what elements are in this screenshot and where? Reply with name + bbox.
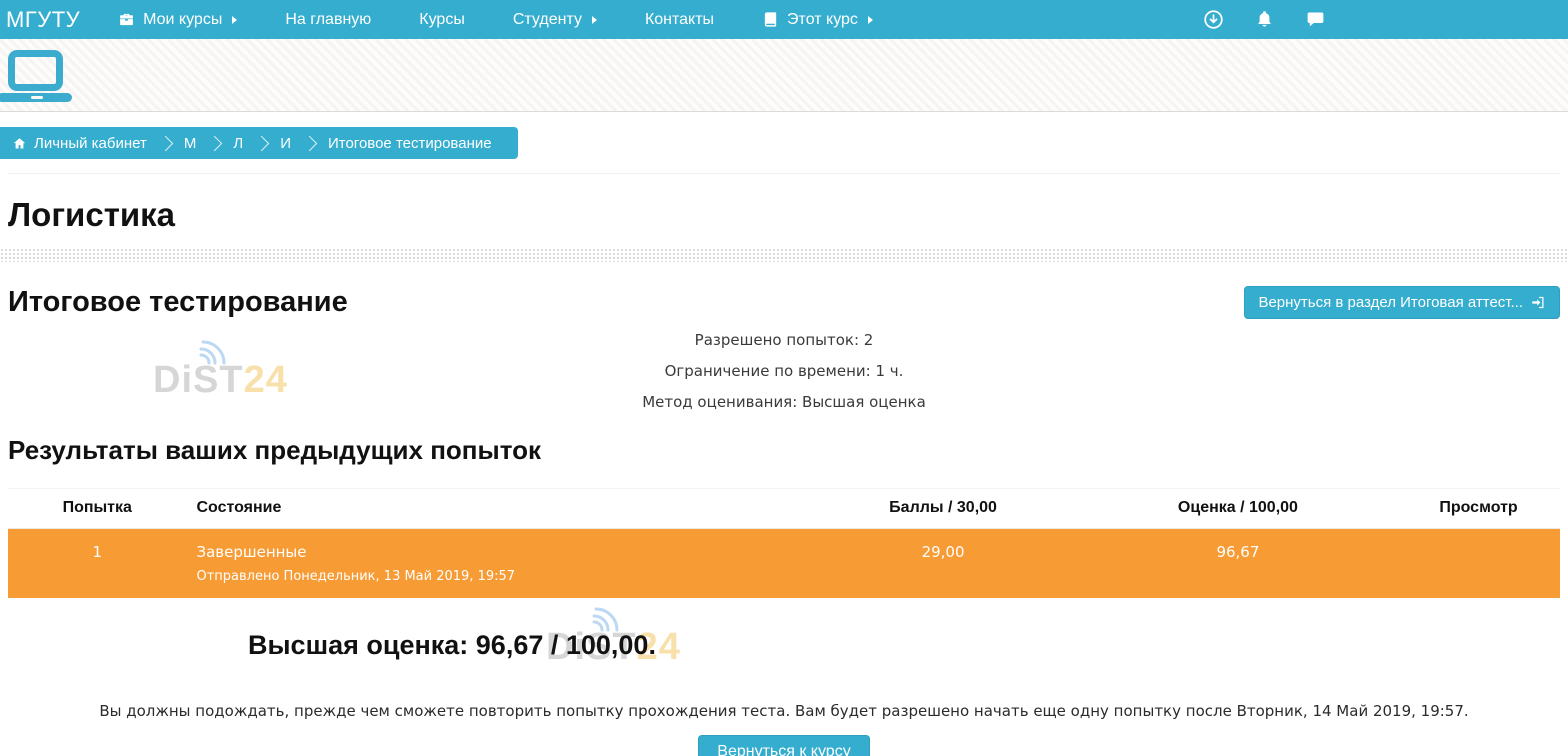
briefcase-icon bbox=[118, 11, 135, 28]
chevron-right-icon bbox=[158, 135, 174, 151]
back-button-label: Вернуться в раздел Итоговая аттест... bbox=[1258, 294, 1523, 311]
top-navbar: МГУТУ Мои курсы На главную Курсы Студент… bbox=[0, 0, 1568, 39]
nav-item-label: Курсы bbox=[419, 11, 465, 29]
quiz-info-time-limit: Ограничение по времени: 1 ч. bbox=[8, 362, 1560, 380]
cell-attempt-number: 1 bbox=[8, 529, 186, 599]
attempts-table: Попытка Состояние Баллы / 30,00 Оценка /… bbox=[8, 488, 1560, 598]
nav-item-label: Мои курсы bbox=[143, 11, 222, 29]
col-header-state: Состояние bbox=[186, 489, 807, 529]
nav-item-student[interactable]: Студенту bbox=[489, 0, 621, 39]
quiz-info-grading-method: Метод оценивания: Высшая оценка bbox=[8, 393, 1560, 411]
caret-right-icon bbox=[232, 16, 237, 24]
nav-item-this-course[interactable]: Этот курс bbox=[738, 0, 897, 39]
page-title: Логистика bbox=[8, 196, 1560, 234]
nav-item-label: На главную bbox=[285, 11, 371, 29]
bell-icon[interactable] bbox=[1254, 9, 1275, 30]
content-divider bbox=[8, 173, 1560, 174]
cell-grade: 96,67 bbox=[1079, 529, 1397, 599]
col-header-grade: Оценка / 100,00 bbox=[1079, 489, 1397, 529]
return-button-label: Вернуться к курсу bbox=[717, 743, 850, 756]
breadcrumb: Личный кабинет М Л И Итоговое тестирован… bbox=[0, 127, 518, 159]
nav-item-home[interactable]: На главную bbox=[261, 0, 395, 39]
book-icon bbox=[762, 11, 779, 28]
quiz-info-attempts-allowed: Разрешено попыток: 2 bbox=[8, 331, 1560, 349]
header-band bbox=[0, 39, 1568, 112]
col-header-review: Просмотр bbox=[1397, 489, 1560, 529]
state-submitted-timestamp: Отправлено Понедельник, 13 Май 2019, 19:… bbox=[196, 569, 797, 584]
back-to-section-button[interactable]: Вернуться в раздел Итоговая аттест... bbox=[1244, 286, 1560, 319]
col-header-attempt: Попытка bbox=[8, 489, 186, 529]
nav-item-label: Этот курс bbox=[787, 11, 858, 29]
nav-item-label: Студенту bbox=[513, 11, 582, 29]
caret-right-icon bbox=[592, 16, 597, 24]
table-header-row: Попытка Состояние Баллы / 30,00 Оценка /… bbox=[8, 489, 1560, 529]
download-circle-icon[interactable] bbox=[1203, 9, 1224, 30]
breadcrumb-link-l[interactable]: Л bbox=[233, 135, 243, 152]
sign-in-icon bbox=[1531, 295, 1546, 310]
breadcrumb-home-link[interactable]: Личный кабинет bbox=[12, 135, 147, 152]
chevron-right-icon bbox=[254, 135, 270, 151]
breadcrumb-current: Итоговое тестирование bbox=[328, 135, 492, 152]
home-icon bbox=[12, 136, 27, 151]
nav-item-label: Контакты bbox=[645, 11, 714, 29]
cell-state: Завершенные Отправлено Понедельник, 13 М… bbox=[186, 529, 807, 599]
breadcrumb-link-i[interactable]: И bbox=[280, 135, 291, 152]
quiz-title: Итоговое тестирование bbox=[8, 286, 348, 319]
highest-grade-text: Высшая оценка: 96,67 / 100,00. bbox=[248, 630, 1560, 661]
nav-item-contacts[interactable]: Контакты bbox=[621, 0, 738, 39]
table-row: 1 Завершенные Отправлено Понедельник, 13… bbox=[8, 529, 1560, 599]
nav-item-courses[interactable]: Курсы bbox=[395, 0, 489, 39]
dotted-separator bbox=[0, 248, 1568, 262]
nav-item-my-courses[interactable]: Мои курсы bbox=[94, 0, 261, 39]
breadcrumb-label: Личный кабинет bbox=[34, 135, 147, 152]
wait-message: Вы должны подождать, прежде чем сможете … bbox=[8, 702, 1560, 720]
laptop-logo-icon[interactable] bbox=[0, 39, 80, 112]
chevron-right-icon bbox=[207, 135, 223, 151]
attempts-heading: Результаты ваших предыдущих попыток bbox=[8, 435, 1560, 466]
site-logo[interactable]: МГУТУ bbox=[0, 7, 94, 33]
quiz-info-block: DiST24 Разрешено попыток: 2 Ограничение … bbox=[8, 331, 1560, 411]
col-header-marks: Баллы / 30,00 bbox=[807, 489, 1079, 529]
navbar-icon-group bbox=[1203, 9, 1326, 30]
cell-review bbox=[1397, 529, 1560, 599]
final-grade-block: DiST24 Высшая оценка: 96,67 / 100,00. bbox=[8, 630, 1560, 668]
breadcrumb-link-m[interactable]: М bbox=[184, 135, 197, 152]
cell-marks: 29,00 bbox=[807, 529, 1079, 599]
state-label: Завершенные bbox=[196, 543, 306, 561]
caret-right-icon bbox=[868, 16, 873, 24]
chat-icon[interactable] bbox=[1305, 9, 1326, 30]
return-to-course-button[interactable]: Вернуться к курсу bbox=[698, 735, 869, 756]
chevron-right-icon bbox=[302, 135, 318, 151]
